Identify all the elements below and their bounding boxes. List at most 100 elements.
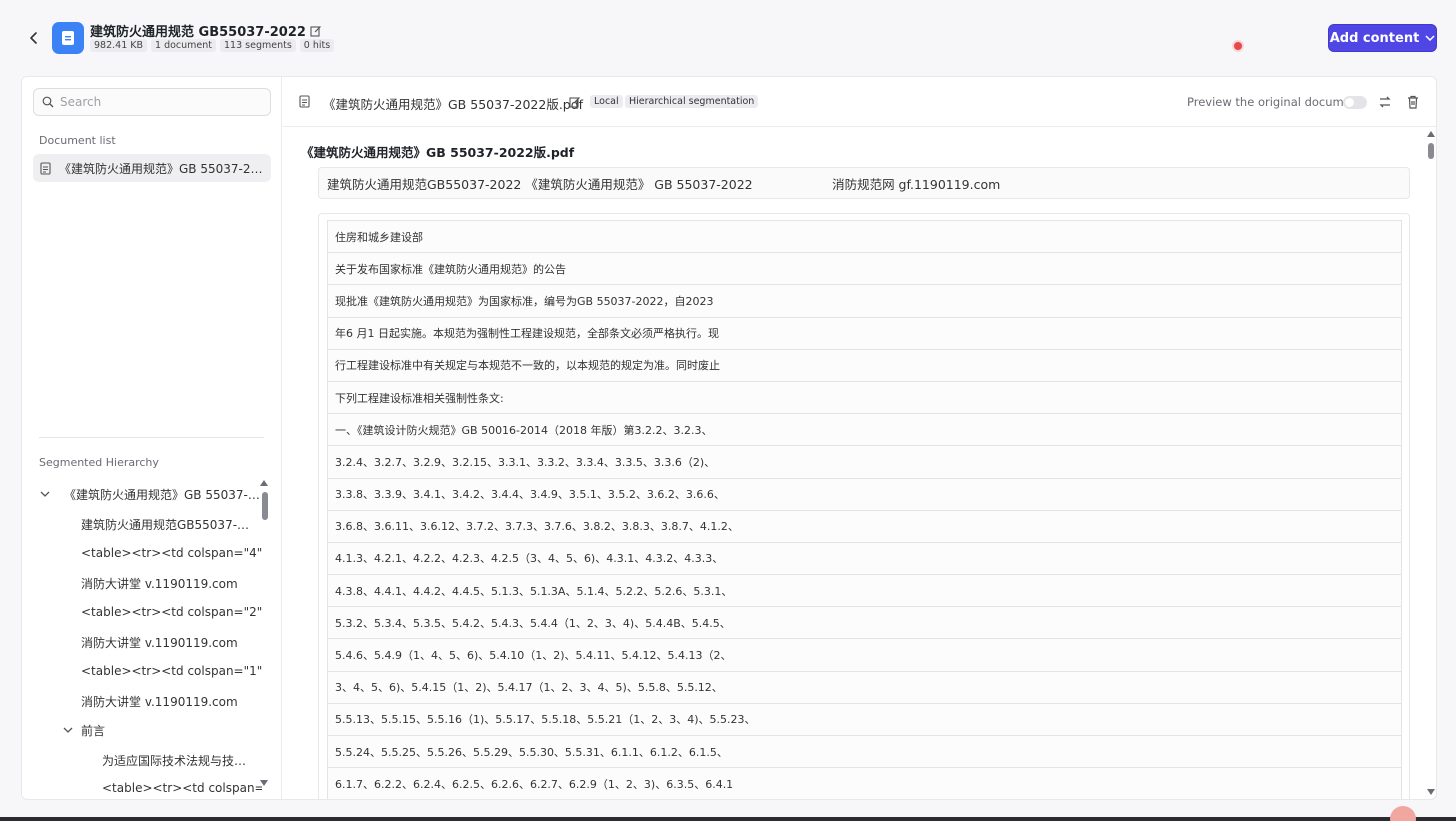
- kb-title-text: 建筑防火通用规范 GB55037-2022: [90, 25, 306, 40]
- chevron-down-icon[interactable]: [40, 491, 50, 497]
- table-cell: 3.6.8、3.6.11、3.6.12、3.7.2、3.7.3、3.7.6、3.…: [327, 509, 1402, 543]
- hierarchy-label: Segmented Hierarchy: [39, 456, 159, 469]
- table-cell: 6.1.7、6.2.2、6.2.4、6.2.5、6.2.6、6.2.7、6.2.…: [327, 767, 1402, 799]
- tree-item[interactable]: <table><tr><td colspan="4"…: [81, 540, 262, 566]
- table-cell: 3.2.4、3.2.7、3.2.9、3.2.15、3.3.1、3.3.2、3.3…: [327, 445, 1402, 479]
- file-size-badge: 982.41 KB: [90, 39, 148, 52]
- content-scrollbar[interactable]: [1428, 143, 1434, 159]
- add-content-button[interactable]: Add content: [1328, 24, 1437, 52]
- tree-item-label: 消防大讲堂 v.1190119.com: [81, 635, 238, 650]
- segment-block[interactable]: 建筑防火通用规范GB55037-2022 《建筑防火通用规范》 GB 55037…: [318, 167, 1410, 199]
- tree-item[interactable]: 消防大讲堂 v.1190119.com: [81, 629, 238, 655]
- chevron-left-icon: [30, 32, 37, 44]
- table-row: 3、4、5、6)、5.4.15（1、2)、5.4.17（1、2、3、4、5)、5…: [327, 670, 1402, 704]
- tree-item-label: 为适应国际技术法规与技…: [102, 753, 247, 768]
- table-cell: 5.4.6、5.4.9（1、4、5、6)、5.4.10（1、2)、5.4.11、…: [327, 638, 1402, 672]
- tree-item[interactable]: 前言: [63, 717, 105, 743]
- tree-item[interactable]: 消防大讲堂 v.1190119.com: [81, 570, 238, 596]
- notification-dot[interactable]: [1232, 40, 1244, 52]
- table-cell: 4.3.8、4.4.1、4.4.2、4.4.5、5.1.3、5.1.3A、5.1…: [327, 574, 1402, 608]
- content-scroll-down[interactable]: [1427, 789, 1435, 795]
- table-cell: 住房和城乡建设部: [327, 219, 1402, 254]
- tree-item-label: <table><tr><td colspan="1"…: [81, 664, 262, 678]
- segment-table-body: 住房和城乡建设部 关于发布国家标准《建筑防火通用规范》的公告 现批准《建筑防火通用规…: [327, 219, 1402, 799]
- table-row: 现批准《建筑防火通用规范》为国家标准，编号为GB 55037-2022，自202…: [327, 284, 1402, 318]
- preview-original-label: Preview the original document: [1187, 95, 1363, 109]
- edit-icon[interactable]: [569, 96, 581, 108]
- knowledge-base-icon: [52, 22, 84, 54]
- tree-item-label: <table><tr><td colspan=…: [102, 781, 262, 795]
- table-cell: 5.5.24、5.5.25、5.5.26、5.5.29、5.5.30、5.5.3…: [327, 734, 1402, 769]
- table-row: 6.1.7、6.2.2、6.2.4、6.2.5、6.2.6、6.2.7、6.2.…: [327, 767, 1402, 799]
- tree-item-label: 《建筑防火通用规范》GB 55037-…: [64, 487, 260, 502]
- tree-item[interactable]: <table><tr><td colspan="1"…: [81, 658, 262, 684]
- table-row: 3.6.8、3.6.11、3.6.12、3.7.2、3.7.3、3.7.6、3.…: [327, 509, 1402, 543]
- tree-item-label: <table><tr><td colspan="2"…: [81, 605, 262, 619]
- document-count-badge: 1 document: [151, 39, 217, 52]
- trash-icon[interactable]: [1405, 94, 1421, 110]
- tree-item[interactable]: <table><tr><td colspan="2"…: [81, 599, 262, 625]
- table-cell: 下列工程建设标准相关强制性条文:: [327, 380, 1402, 415]
- tree-item[interactable]: 《建筑防火通用规范》GB 55037-…: [40, 481, 260, 507]
- table-row: 5.4.6、5.4.9（1、4、5、6)、5.4.10（1、2)、5.4.11、…: [327, 638, 1402, 672]
- table-row: 一、《建筑设计防火规范》GB 50016-2014（2018 年版）第3.2.2…: [327, 413, 1402, 447]
- tree-item[interactable]: 消防大讲堂 v.1190119.com: [81, 688, 238, 714]
- table-row: 3.2.4、3.2.7、3.2.9、3.2.15、3.3.1、3.3.2、3.3…: [327, 445, 1402, 479]
- table-row: 5.3.2、5.3.4、5.3.5、5.4.2、5.4.3、5.4.4（1、2、…: [327, 606, 1402, 640]
- add-content-label: Add content: [1329, 30, 1420, 46]
- table-cell: 一、《建筑设计防火规范》GB 50016-2014（2018 年版）第3.2.2…: [327, 413, 1402, 447]
- table-cell: 5.5.13、5.5.15、5.5.16（1)、5.5.17、5.5.18、5.…: [327, 702, 1402, 737]
- table-cell: 关于发布国家标准《建筑防火通用规范》的公告: [327, 252, 1402, 286]
- document-icon: [299, 95, 310, 108]
- table-cell: 年6 月1 日起实施。本规范为强制性工程建设规范，全部条文必须严格执行。现: [327, 316, 1402, 350]
- chevron-down-icon[interactable]: [63, 727, 73, 733]
- tree-item[interactable]: 建筑防火通用规范GB55037-…: [81, 511, 249, 537]
- knowledge-base-title: 建筑防火通用规范 GB55037-2022: [90, 21, 322, 40]
- table-cell: 5.3.2、5.3.4、5.3.5、5.4.2、5.4.3、5.4.4（1、2、…: [327, 606, 1402, 640]
- table-segment[interactable]: 住房和城乡建设部 关于发布国家标准《建筑防火通用规范》的公告 现批准《建筑防火通用规…: [318, 213, 1410, 799]
- document-icon: [40, 161, 51, 175]
- tree-item-label: 前言: [81, 723, 106, 738]
- document-title: 《建筑防火通用规范》GB 55037-2022版.pdf: [301, 145, 575, 160]
- content-scroll-up[interactable]: [1427, 131, 1435, 137]
- hit-count-badge: 0 hits: [299, 39, 335, 52]
- segment-table: 住房和城乡建设部 关于发布国家标准《建筑防火通用规范》的公告 现批准《建筑防火通用规…: [327, 219, 1402, 799]
- content-toolbar: 《建筑防火通用规范》GB 55037-2022版.pdf Local Hiera…: [283, 77, 1436, 127]
- table-row: 年6 月1 日起实施。本规范为强制性工程建设规范，全部条文必须严格执行。现: [327, 316, 1402, 350]
- table-row: 下列工程建设标准相关强制性条文:: [327, 380, 1402, 415]
- sidebar-divider: [39, 437, 264, 438]
- segment-tree: 《建筑防火通用规范》GB 55037-… 建筑防火通用规范GB55037-… <…: [22, 477, 262, 797]
- source-tag: Local: [590, 95, 623, 108]
- edit-icon[interactable]: [310, 25, 322, 37]
- table-cell: 3.3.8、3.3.9、3.4.1、3.4.2、3.4.4、3.4.9、3.5.…: [327, 477, 1402, 511]
- table-row: 住房和城乡建设部: [327, 219, 1402, 254]
- tree-scrollbar[interactable]: [262, 492, 268, 520]
- tree-item[interactable]: 为适应国际技术法规与技…: [102, 747, 246, 773]
- file-name: 《建筑防火通用规范》GB 55037-2022版.pdf: [323, 97, 584, 112]
- table-row: 5.5.13、5.5.15、5.5.16（1)、5.5.17、5.5.18、5.…: [327, 702, 1402, 737]
- segment-count-badge: 113 segments: [220, 39, 296, 52]
- table-row: 4.1.3、4.2.1、4.2.2、4.2.3、4.2.5（3、4、5、6)、4…: [327, 541, 1402, 576]
- table-cell: 现批准《建筑防火通用规范》为国家标准，编号为GB 55037-2022，自202…: [327, 284, 1402, 318]
- tree-item[interactable]: <table><tr><td colspan=…: [102, 775, 262, 797]
- tree-scroll-down[interactable]: [260, 780, 268, 786]
- tree-item-label: 消防大讲堂 v.1190119.com: [81, 694, 238, 709]
- swap-icon[interactable]: [1377, 94, 1393, 110]
- table-row: 5.5.24、5.5.25、5.5.26、5.5.29、5.5.30、5.5.3…: [327, 734, 1402, 769]
- sidebar: Document list 《建筑防火通用规范》GB 55037-2… Segm…: [22, 77, 282, 799]
- table-row: 关于发布国家标准《建筑防火通用规范》的公告: [327, 252, 1402, 286]
- search-icon: [42, 96, 54, 108]
- bottom-bar: [0, 817, 1456, 821]
- table-cell: 4.1.3、4.2.1、4.2.2、4.2.3、4.2.5（3、4、5、6)、4…: [327, 541, 1402, 576]
- document-list-label: Document list: [39, 134, 116, 147]
- search-box: [33, 88, 271, 116]
- back-button[interactable]: [24, 28, 44, 48]
- page-header: 建筑防火通用规范 GB55037-2022 982.41 KB 1 docume…: [0, 0, 1456, 76]
- main-panel: Document list 《建筑防火通用规范》GB 55037-2… Segm…: [21, 76, 1437, 800]
- table-row: 3.3.8、3.3.9、3.4.1、3.4.2、3.4.4、3.4.9、3.5.…: [327, 477, 1402, 511]
- search-input[interactable]: [60, 95, 260, 109]
- preview-toggle[interactable]: [1343, 96, 1367, 109]
- document-list-item[interactable]: 《建筑防火通用规范》GB 55037-2…: [33, 154, 271, 182]
- tree-scroll-up[interactable]: [260, 480, 268, 486]
- floating-assistant-avatar[interactable]: [1390, 806, 1416, 821]
